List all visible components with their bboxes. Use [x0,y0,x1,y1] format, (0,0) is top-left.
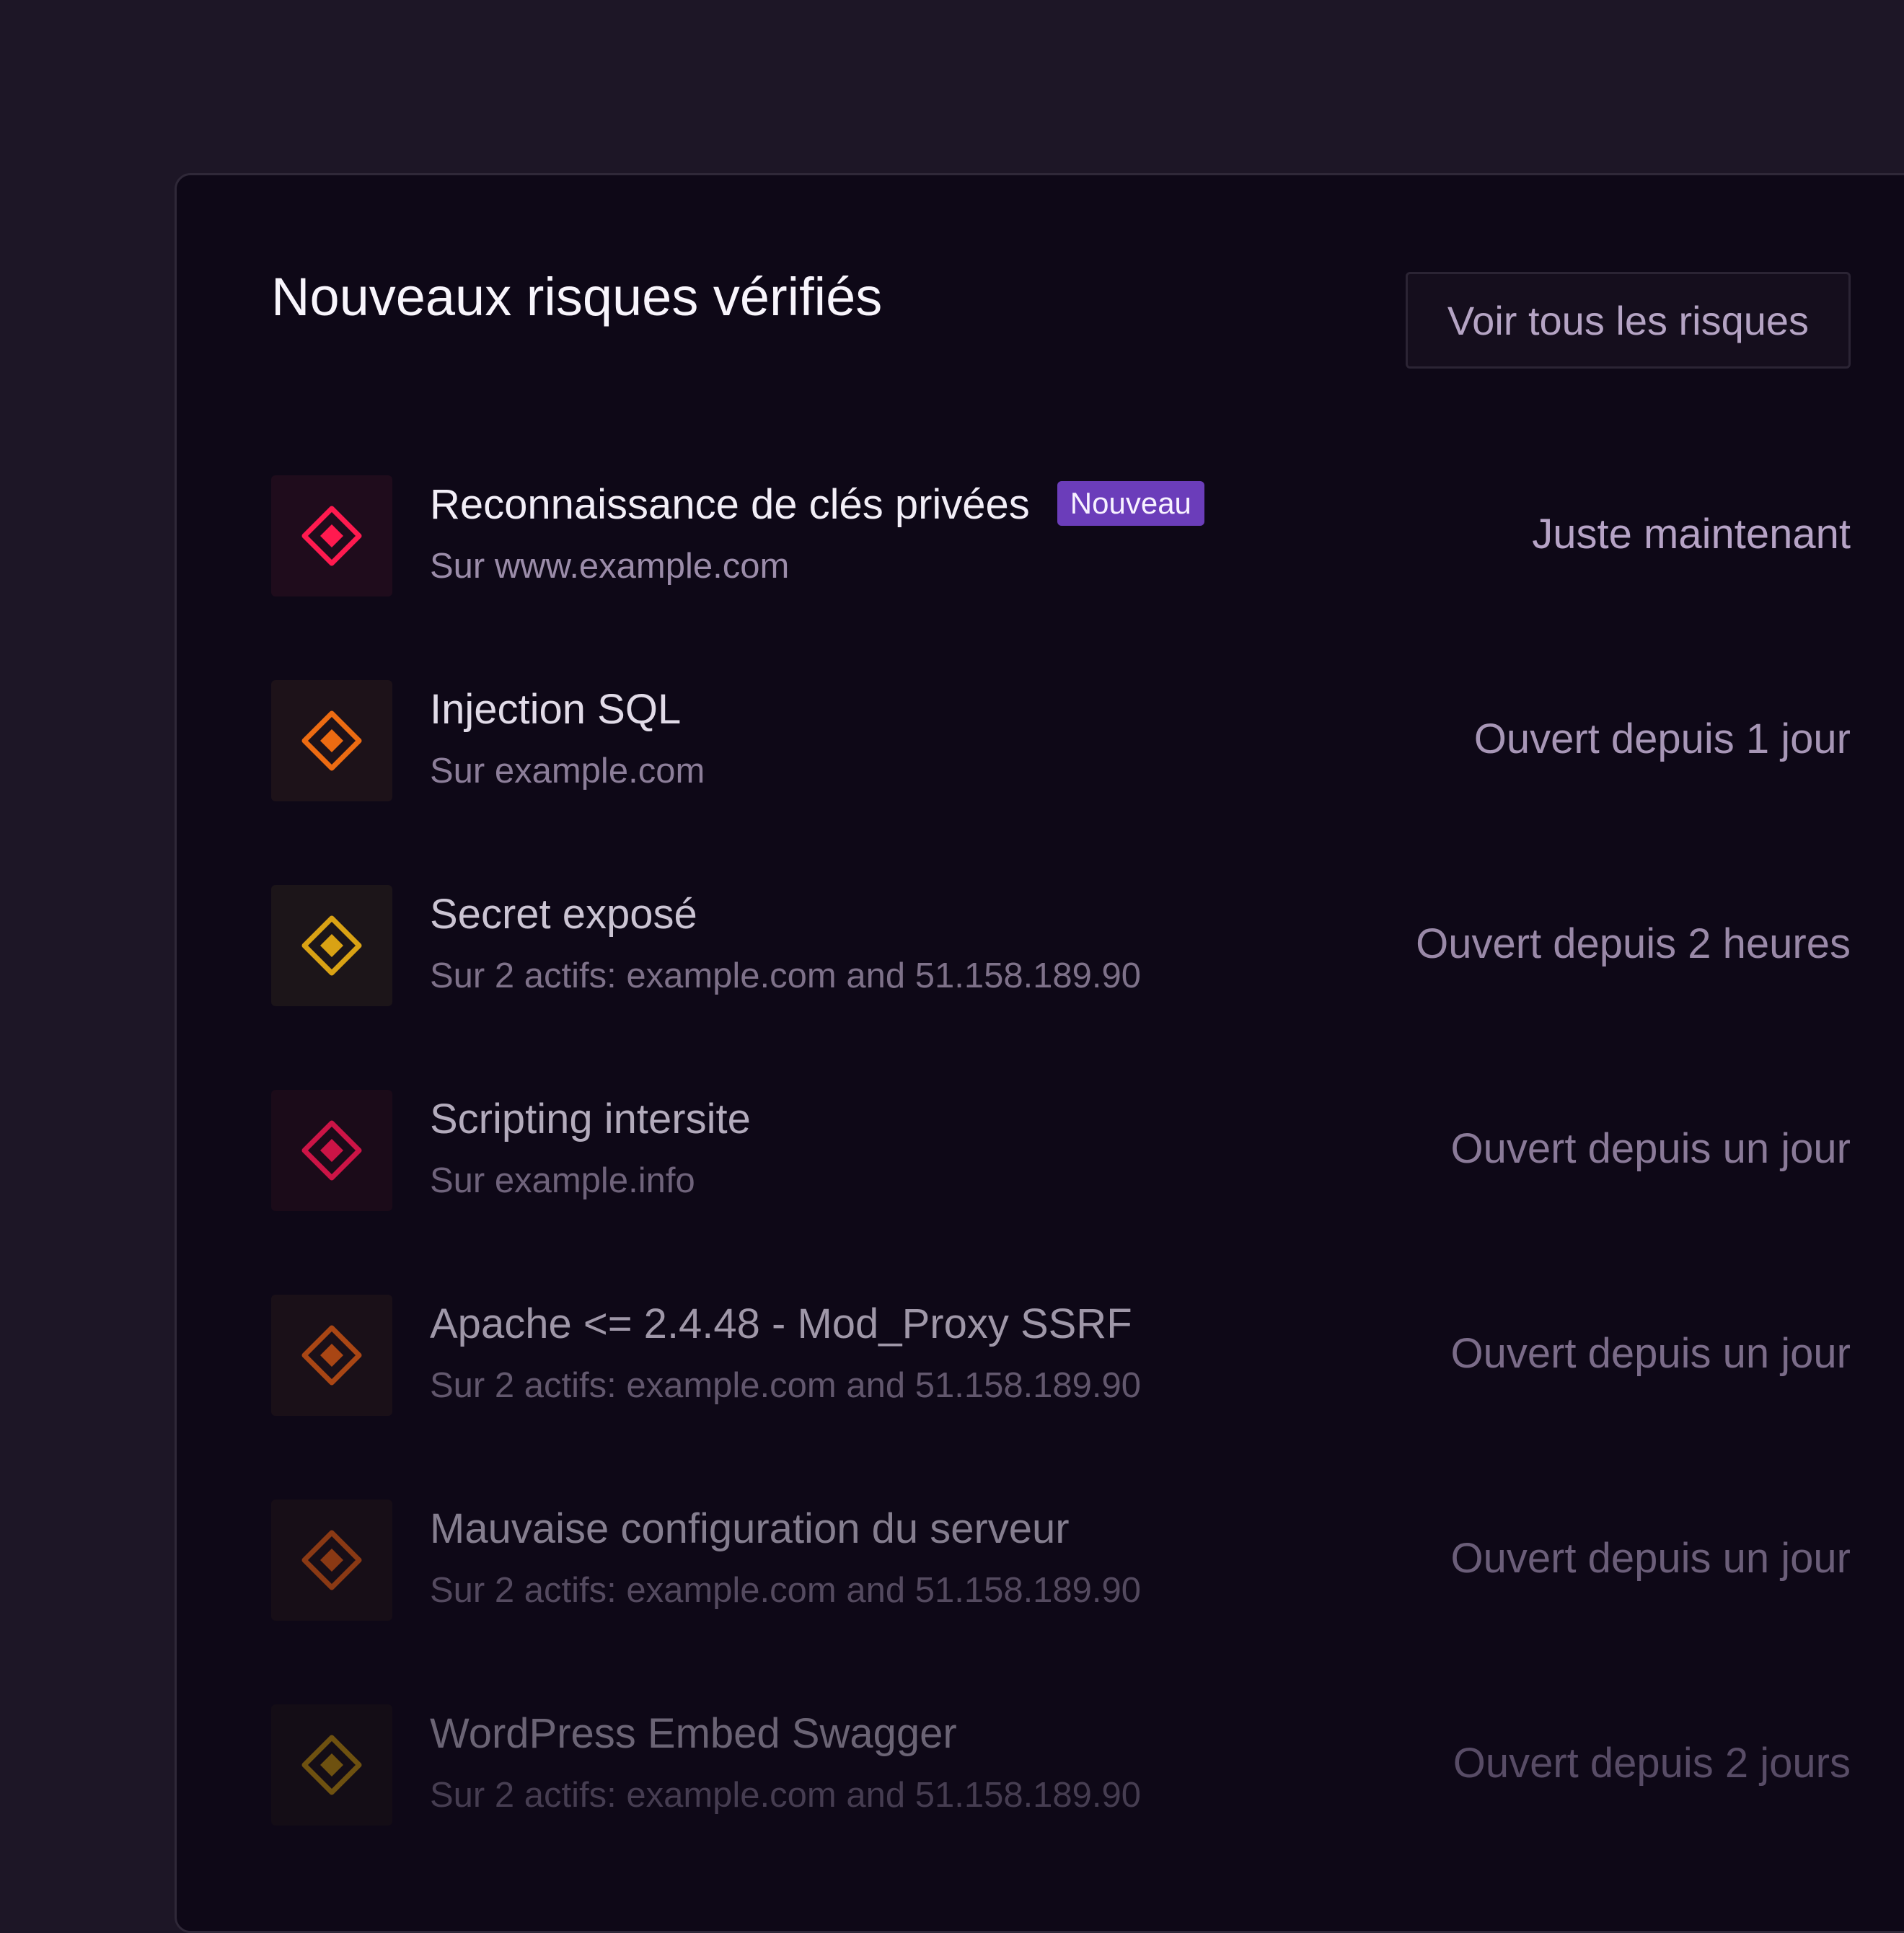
new-badge: Nouveau [1057,480,1204,526]
severity-icon-box [271,680,392,801]
risk-asset-text: Sur 2 actifs: example.com and 51.158.189… [430,956,1142,995]
medium-severity-diamond-icon [301,915,362,976]
risk-timestamp: Ouvert depuis un jour [1450,1535,1851,1582]
risk-row[interactable]: Injection SQL Sur example.com Ouvert depui… [271,680,1851,801]
severity-icon-box [271,1704,392,1826]
risk-row[interactable]: Apache <= 2.4.48 - Mod_Proxy SSRF Sur 2 a… [271,1295,1851,1416]
risk-name: Reconnaissance de clés privées Nouveau [430,480,1204,528]
severity-icon-box [271,1500,392,1621]
risk-name: Apache <= 2.4.48 - Mod_Proxy SSRF [430,1301,1132,1347]
risk-title[interactable]: Secret exposé [430,891,697,938]
risk-title[interactable]: Reconnaissance de clés privées [430,482,1030,528]
risk-timestamp: Ouvert depuis un jour [1450,1125,1851,1172]
risk-row[interactable]: Mauvaise configuration du serveur Sur 2 a… [271,1500,1851,1621]
risk-row[interactable]: Reconnaissance de clés privées Nouveau Sur… [271,475,1851,596]
risk-row[interactable]: Secret exposé Sur 2 actifs: example.com a… [271,885,1851,1006]
risk-timestamp: Ouvert depuis un jour [1450,1330,1851,1377]
severity-icon-box [271,1295,392,1416]
risk-list: Reconnaissance de clés privées Nouveau Sur… [177,175,1904,1931]
risk-title[interactable]: Apache <= 2.4.48 - Mod_Proxy SSRF [430,1301,1132,1347]
risk-name: Injection SQL [430,687,681,733]
critical-severity-diamond-icon [301,506,362,566]
severity-icon-box [271,475,392,596]
risk-name: WordPress Embed Swagger [430,1711,957,1757]
risk-timestamp: Juste maintenant [1532,511,1851,558]
risk-asset-text: Sur 2 actifs: example.com and 51.158.189… [430,1776,1142,1815]
risk-timestamp: Ouvert depuis 1 jour [1473,715,1851,762]
medium-severity-diamond-icon [301,1735,362,1795]
risk-asset-text: Sur example.com [430,752,705,791]
risk-name: Scripting intersite [430,1096,751,1142]
severity-icon-box [271,1090,392,1211]
risk-name: Secret exposé [430,891,697,938]
risk-title[interactable]: Injection SQL [430,687,681,733]
risk-asset-text: Sur 2 actifs: example.com and 51.158.189… [430,1571,1142,1610]
risks-panel: Nouveaux risques vérifiés Voir tous les … [175,173,1904,1933]
high-severity-diamond-icon [301,1325,362,1386]
critical-severity-diamond-icon [301,1120,362,1181]
risk-row[interactable]: WordPress Embed Swagger Sur 2 actifs: exa… [271,1704,1851,1826]
risk-asset-text: Sur www.example.com [430,547,790,586]
risk-title[interactable]: Scripting intersite [430,1096,751,1142]
risk-name: Mauvaise configuration du serveur [430,1506,1070,1552]
high-severity-diamond-icon [301,710,362,771]
risk-timestamp: Ouvert depuis 2 heures [1416,920,1851,967]
risk-row[interactable]: Scripting intersite Sur example.info Ouver… [271,1090,1851,1211]
severity-icon-box [271,885,392,1006]
risk-title[interactable]: Mauvaise configuration du serveur [430,1506,1070,1552]
risk-title[interactable]: WordPress Embed Swagger [430,1711,957,1757]
risk-asset-text: Sur example.info [430,1161,695,1200]
risk-asset-text: Sur 2 actifs: example.com and 51.158.189… [430,1366,1142,1405]
high-severity-diamond-icon [301,1530,362,1590]
risk-timestamp: Ouvert depuis 2 jours [1453,1740,1851,1787]
